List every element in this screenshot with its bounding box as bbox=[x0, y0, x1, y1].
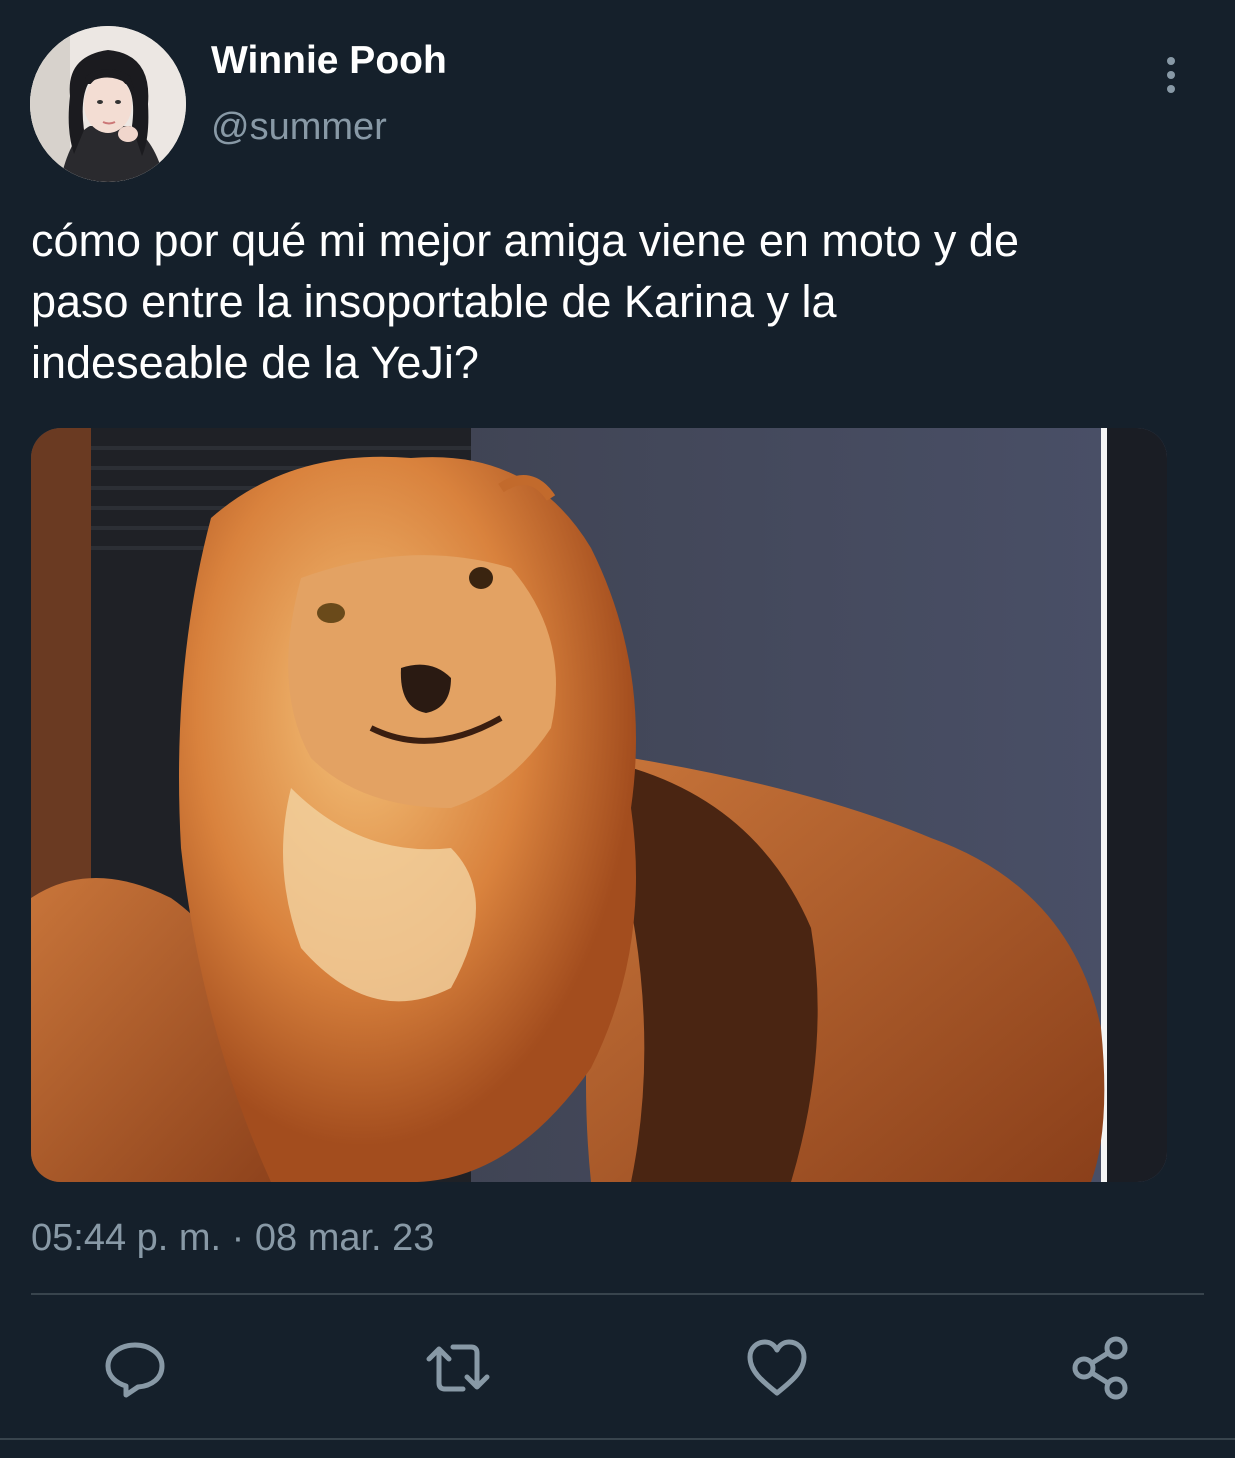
divider bbox=[31, 1293, 1204, 1295]
author-handle[interactable]: @summer bbox=[211, 104, 387, 150]
divider bbox=[0, 1438, 1235, 1440]
author-name[interactable]: Winnie Pooh bbox=[211, 38, 447, 84]
tweet-timestamp[interactable]: 05:44 p. m. · 08 mar. 23 bbox=[31, 1215, 434, 1261]
author-avatar[interactable] bbox=[30, 26, 186, 182]
share-icon[interactable] bbox=[1066, 1333, 1136, 1403]
lion-photo bbox=[31, 428, 1167, 1182]
heart-icon[interactable] bbox=[742, 1333, 812, 1403]
tweet-media-image[interactable] bbox=[31, 428, 1167, 1182]
more-vertical-icon[interactable] bbox=[1148, 50, 1194, 100]
avatar-photo bbox=[30, 26, 186, 182]
dot-icon bbox=[1167, 71, 1175, 79]
tweet-text: cómo por qué mi mejor amiga viene en mot… bbox=[31, 215, 1019, 388]
dot-icon bbox=[1167, 85, 1175, 93]
reply-icon[interactable] bbox=[100, 1333, 170, 1403]
dot-icon bbox=[1167, 57, 1175, 65]
retweet-icon[interactable] bbox=[423, 1333, 493, 1403]
